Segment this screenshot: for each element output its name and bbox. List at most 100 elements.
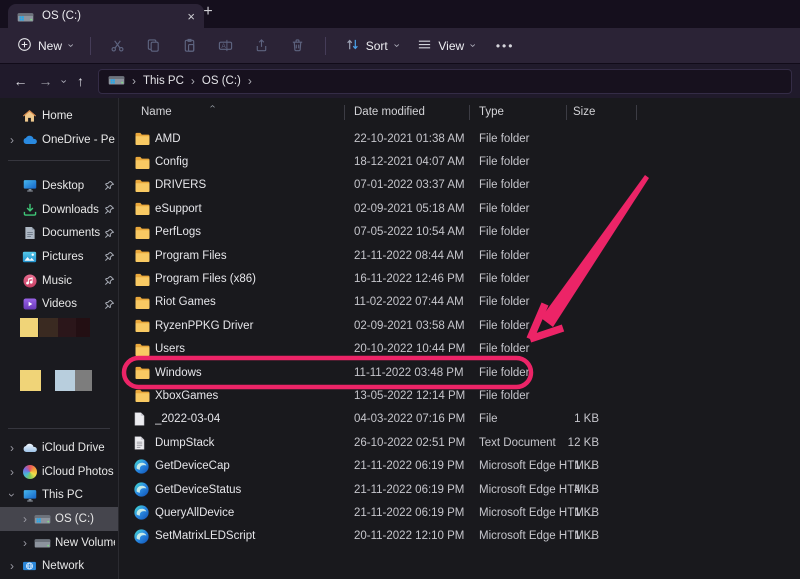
sidebar-item-pictures[interactable]: Pictures: [0, 245, 118, 269]
file-row-drivers[interactable]: DRIVERS07-01-2022 03:37 AMFile folder: [119, 174, 800, 197]
folder-icon: [134, 389, 155, 402]
sidebar-item-icloud-photos[interactable]: ›iCloud Photos: [0, 460, 118, 484]
sidebar-item-music[interactable]: Music: [0, 269, 118, 293]
tab-title: OS (C:): [42, 10, 179, 22]
file-type: File folder: [479, 179, 549, 191]
file-name: Program Files (x86): [155, 273, 354, 285]
sidebar-item-icloud-drive[interactable]: ›iCloud Drive: [0, 436, 118, 460]
cut-button[interactable]: [100, 33, 136, 58]
file-row-2022-03-04[interactable]: _2022-03-0404-03-2022 07:16 PMFile1 KB: [119, 408, 800, 431]
file-type: File folder: [479, 367, 549, 379]
rename-button[interactable]: A: [208, 33, 244, 58]
back-button[interactable]: ←: [8, 73, 33, 89]
address-bar[interactable]: › This PC › OS (C:) ›: [98, 69, 792, 94]
sidebar-item-downloads[interactable]: Downloads: [0, 198, 118, 222]
file-row-getdevicecap[interactable]: GetDeviceCap21-11-2022 06:19 PMMicrosoft…: [119, 454, 800, 477]
breadcrumb-this-pc[interactable]: This PC: [143, 75, 184, 87]
new-tab-button[interactable]: +: [198, 3, 218, 21]
thumbnail-image[interactable]: [39, 318, 58, 337]
chevron-right-icon[interactable]: ›: [20, 537, 30, 549]
sidebar-item-label: Downloads: [42, 204, 100, 216]
paste-button[interactable]: [172, 33, 208, 58]
file-name: XboxGames: [155, 390, 354, 402]
thumbnail-image[interactable]: [20, 370, 41, 391]
file-row-program-files[interactable]: Program Files21-11-2022 08:44 AMFile fol…: [119, 244, 800, 267]
chevron-right-icon[interactable]: ›: [7, 560, 17, 572]
column-divider[interactable]: [566, 105, 567, 120]
drive-icon: [108, 74, 125, 88]
file-name: Riot Games: [155, 296, 354, 308]
file-row-queryalldevice[interactable]: QueryAllDevice21-11-2022 06:19 PMMicroso…: [119, 501, 800, 524]
copy-button[interactable]: [136, 33, 172, 58]
column-divider[interactable]: [469, 105, 470, 120]
thumbnail-image[interactable]: [58, 318, 76, 337]
sidebar-top-group: Home›OneDrive - Persona: [0, 104, 118, 151]
file-row-xboxgames[interactable]: XboxGames13-05-2022 12:14 PMFile folder: [119, 384, 800, 407]
folder-icon: [134, 343, 155, 356]
sidebar-item-os-c[interactable]: ›OS (C:): [0, 507, 118, 531]
sort-button[interactable]: Sort ›: [335, 33, 408, 59]
file-row-windows[interactable]: Windows11-11-2022 03:48 PMFile folder: [119, 361, 800, 384]
file-row-perflogs[interactable]: PerfLogs07-05-2022 10:54 AMFile folder: [119, 221, 800, 244]
file-row-ryzenppkg-driver[interactable]: RyzenPPKG Driver02-09-2021 03:58 AMFile …: [119, 314, 800, 337]
folder-icon: [134, 296, 155, 309]
edge-icon: [134, 482, 155, 497]
recent-locations-button[interactable]: ›: [58, 76, 68, 87]
column-header-type[interactable]: Type: [479, 106, 504, 118]
file-type: Microsoft Edge HTM...: [479, 507, 549, 519]
breadcrumb-os-c[interactable]: OS (C:): [202, 75, 241, 87]
chevron-right-icon[interactable]: ›: [7, 442, 17, 454]
chevron-down-icon[interactable]: ›: [6, 490, 18, 500]
file-size: 12 KB: [549, 437, 599, 449]
file-row-config[interactable]: Config18-12-2021 04:07 AMFile folder: [119, 150, 800, 173]
file-row-setmatrixledscript[interactable]: SetMatrixLEDScript20-11-2022 12:10 PMMic…: [119, 525, 800, 548]
file-size: 1 KB: [549, 460, 599, 472]
sidebar-item-onedrive-persona[interactable]: ›OneDrive - Persona: [0, 128, 118, 152]
file-name: Program Files: [155, 250, 354, 262]
new-button[interactable]: New ›: [8, 33, 81, 59]
thumbnail-image[interactable]: [75, 370, 92, 391]
file-row-dumpstack[interactable]: DumpStack26-10-2022 02:51 PMText Documen…: [119, 431, 800, 454]
chevron-down-icon: ›: [467, 44, 478, 48]
column-header-size[interactable]: Size: [573, 106, 595, 118]
sidebar-item-home[interactable]: Home: [0, 104, 118, 128]
chevron-right-icon[interactable]: ›: [20, 513, 30, 525]
thumbnail-image[interactable]: [55, 370, 75, 391]
share-button[interactable]: [244, 33, 280, 58]
file-row-amd[interactable]: AMD22-10-2021 01:38 AMFile folder: [119, 127, 800, 150]
column-divider[interactable]: [344, 105, 345, 120]
view-button[interactable]: View ›: [407, 33, 483, 59]
icloudphotos-icon: [21, 465, 38, 479]
file-row-esupport[interactable]: eSupport02-09-2021 05:18 AMFile folder: [119, 197, 800, 220]
file-name: AMD: [155, 133, 354, 145]
sidebar-item-new-volume-d[interactable]: ›New Volume (D:): [0, 531, 118, 555]
explorer-tab[interactable]: OS (C:) ×: [8, 4, 204, 28]
see-more-button[interactable]: •••: [484, 35, 527, 57]
forward-button[interactable]: →: [33, 73, 58, 89]
tab-close-icon[interactable]: ×: [187, 10, 195, 23]
column-divider[interactable]: [636, 105, 637, 120]
thumbnail-image[interactable]: [20, 318, 38, 337]
file-row-program-files-x86[interactable]: Program Files (x86)16-11-2022 12:46 PMFi…: [119, 267, 800, 290]
sidebar-item-network[interactable]: ›Network: [0, 554, 118, 578]
delete-button[interactable]: [280, 33, 316, 58]
sidebar-divider: [8, 160, 110, 161]
chevron-right-icon[interactable]: ›: [7, 134, 17, 146]
sidebar-item-this-pc[interactable]: ›This PC: [0, 483, 118, 507]
chevron-right-icon[interactable]: ›: [7, 466, 17, 478]
drive-icon: [17, 11, 34, 22]
file-row-users[interactable]: Users20-10-2022 10:44 PMFile folder: [119, 338, 800, 361]
sidebar-item-documents[interactable]: Documents: [0, 221, 118, 245]
sidebar-item-videos[interactable]: Videos: [0, 292, 118, 316]
up-button[interactable]: ↑: [68, 73, 93, 89]
sidebar-item-desktop[interactable]: Desktop: [0, 174, 118, 198]
column-header-date-modified[interactable]: Date modified: [354, 106, 425, 118]
file-row-riot-games[interactable]: Riot Games11-02-2022 07:44 AMFile folder: [119, 291, 800, 314]
breadcrumb-chevron-icon: ›: [132, 74, 136, 88]
thumbnail-image[interactable]: [76, 318, 90, 337]
file-size: 1 KB: [549, 413, 599, 425]
file-name: eSupport: [155, 203, 354, 215]
file-type: Microsoft Edge HTM...: [479, 460, 549, 472]
column-header-name[interactable]: Name: [141, 106, 172, 118]
file-row-getdevicestatus[interactable]: GetDeviceStatus21-11-2022 06:19 PMMicros…: [119, 478, 800, 501]
